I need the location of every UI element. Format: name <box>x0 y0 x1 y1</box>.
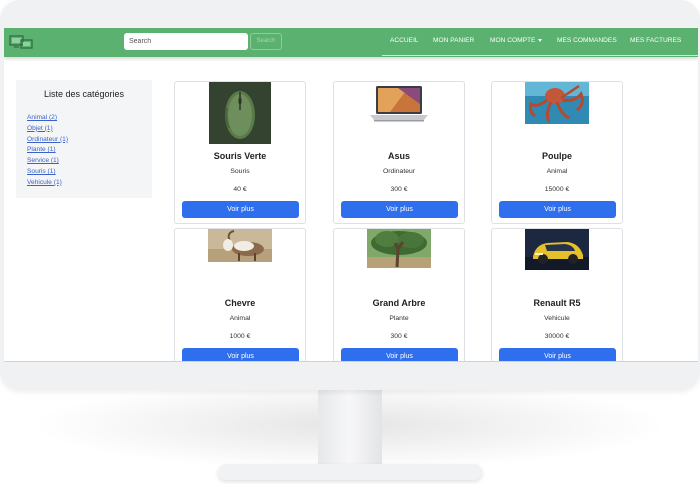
product-card: Souris Verte Souris 40 € Voir plus <box>174 81 306 224</box>
nav-mes-commandes[interactable]: Mes commandes <box>557 37 617 44</box>
mouse-image[interactable] <box>209 82 271 144</box>
screen: Search Accueil Mon panier Mon compte Mes… <box>4 28 698 361</box>
navbar: Search Accueil Mon panier Mon compte Mes… <box>4 28 698 57</box>
product-price: 30000 € <box>544 333 570 340</box>
laptop-image[interactable] <box>368 84 430 126</box>
category-link-animal[interactable]: Animal (2) <box>27 114 57 121</box>
product-category: Vehicule <box>544 315 570 322</box>
voir-plus-button[interactable]: Voir plus <box>182 348 299 361</box>
category-list: Animal (2) Objet (1) Ordinateur (1) Plan… <box>27 113 68 189</box>
product-price: 300 € <box>390 186 408 193</box>
voir-plus-button[interactable]: Voir plus <box>499 201 616 218</box>
monitor-stand <box>318 390 382 466</box>
category-sidebar: Liste des catégories Animal (2) Objet (1… <box>16 80 152 198</box>
nav-mon-panier[interactable]: Mon panier <box>433 37 474 44</box>
nav-mon-compte-label: Mon compte <box>490 37 536 44</box>
product-title: Souris Verte <box>213 151 267 161</box>
product-title: Asus <box>387 151 410 161</box>
monitor-frame: Search Accueil Mon panier Mon compte Mes… <box>0 0 700 390</box>
category-link-objet[interactable]: Objet (1) <box>27 125 53 132</box>
nav-mes-factures[interactable]: Mes factures <box>630 37 681 44</box>
category-link-ordinateur[interactable]: Ordinateur (1) <box>27 136 68 143</box>
product-card: Renault R5 Vehicule 30000 € Voir plus <box>491 228 623 361</box>
product-title: Chevre <box>224 298 256 308</box>
sidebar-title: Liste des catégories <box>43 89 125 99</box>
product-card: Poulpe Animal 15000 € Voir plus <box>491 81 623 224</box>
search-button[interactable]: Search <box>250 33 282 50</box>
voir-plus-button[interactable]: Voir plus <box>341 201 458 218</box>
car-image[interactable] <box>525 229 589 270</box>
product-card: Chevre Animal 1000 € Voir plus <box>174 228 306 361</box>
nav-mon-compte[interactable]: Mon compte <box>490 37 543 44</box>
octopus-image[interactable] <box>525 82 589 124</box>
product-card: Grand Arbre Plante 300 € Voir plus <box>333 228 465 361</box>
nav-links: Accueil Mon panier Mon compte Mes comman… <box>382 28 698 56</box>
tree-image[interactable] <box>367 229 431 268</box>
voir-plus-button[interactable]: Voir plus <box>499 348 616 361</box>
voir-plus-button[interactable]: Voir plus <box>341 348 458 361</box>
product-category: Plante <box>389 315 409 322</box>
product-price: 15000 € <box>544 186 570 193</box>
product-category: Animal <box>546 168 568 175</box>
product-price: 40 € <box>233 186 247 193</box>
category-link-service[interactable]: Service (1) <box>27 157 59 164</box>
screen-bottom-edge <box>4 361 698 362</box>
category-link-plante[interactable]: Plante (1) <box>27 146 56 153</box>
product-card: Asus Ordinateur 300 € Voir plus <box>333 81 465 224</box>
product-price: 1000 € <box>229 333 251 340</box>
product-category: Souris <box>230 168 250 175</box>
category-link-vehicule[interactable]: Vehicule (1) <box>27 179 62 186</box>
search-input[interactable] <box>124 33 248 50</box>
product-category: Animal <box>229 315 251 322</box>
voir-plus-button[interactable]: Voir plus <box>182 201 299 218</box>
goat-image[interactable] <box>208 229 272 262</box>
product-title: Grand Arbre <box>372 298 426 308</box>
nav-accueil[interactable]: Accueil <box>390 37 419 44</box>
product-title: Poulpe <box>541 151 572 161</box>
product-price: 300 € <box>390 333 408 340</box>
chevron-down-icon <box>538 38 543 42</box>
product-title: Renault R5 <box>533 298 581 308</box>
category-link-souris[interactable]: Souris (1) <box>27 168 56 175</box>
monitor-base <box>218 464 482 480</box>
product-category: Ordinateur <box>382 168 416 175</box>
shop-logo-icon[interactable] <box>9 33 33 51</box>
